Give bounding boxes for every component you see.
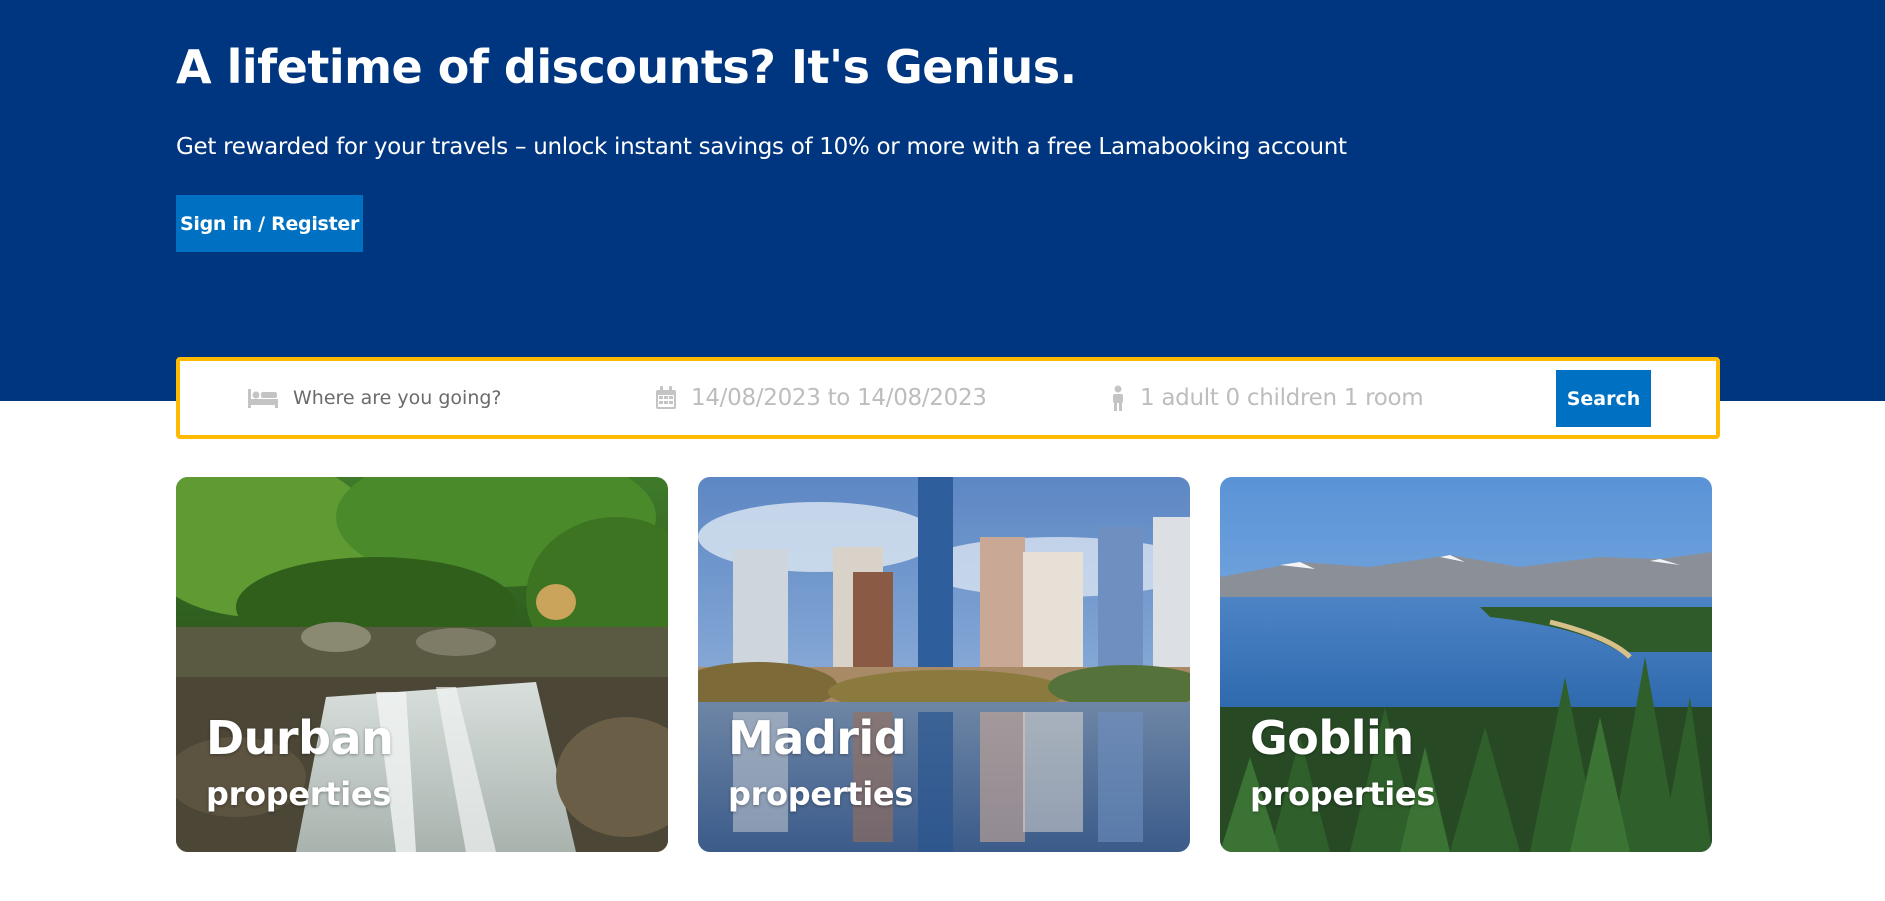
calendar-icon [655, 386, 677, 410]
destination-card-goblin[interactable]: Goblin properties [1220, 477, 1712, 852]
destination-field[interactable] [247, 361, 607, 435]
card-city-name: Goblin [1250, 711, 1414, 765]
card-city-name: Madrid [728, 711, 907, 765]
destination-card-durban[interactable]: Durban properties [176, 477, 668, 852]
genius-hero-banner: A lifetime of discounts? It's Genius. Ge… [0, 0, 1885, 401]
card-subtitle: properties [206, 775, 392, 813]
search-button[interactable]: Search [1556, 370, 1651, 427]
card-subtitle: properties [1250, 775, 1436, 813]
card-city-name: Durban [206, 711, 394, 765]
dates-field[interactable]: 14/08/2023 to 14/08/2023 [655, 361, 1075, 435]
destination-card-madrid[interactable]: Madrid properties [698, 477, 1190, 852]
search-bar: 14/08/2023 to 14/08/2023 1 adult 0 child… [176, 357, 1720, 439]
destination-input[interactable] [293, 387, 593, 409]
destination-cards: Durban properties Madrid properties Gobl… [0, 477, 1885, 852]
person-icon [1110, 385, 1126, 411]
signin-register-button[interactable]: Sign in / Register [176, 195, 363, 252]
guests-value: 1 adult 0 children 1 room [1140, 385, 1424, 411]
card-subtitle: properties [728, 775, 914, 813]
guests-field[interactable]: 1 adult 0 children 1 room [1110, 361, 1530, 435]
bed-icon [247, 387, 279, 409]
dates-value: 14/08/2023 to 14/08/2023 [691, 385, 987, 411]
hero-title: A lifetime of discounts? It's Genius. [176, 40, 1077, 94]
hero-subtitle: Get rewarded for your travels – unlock i… [176, 134, 1347, 160]
